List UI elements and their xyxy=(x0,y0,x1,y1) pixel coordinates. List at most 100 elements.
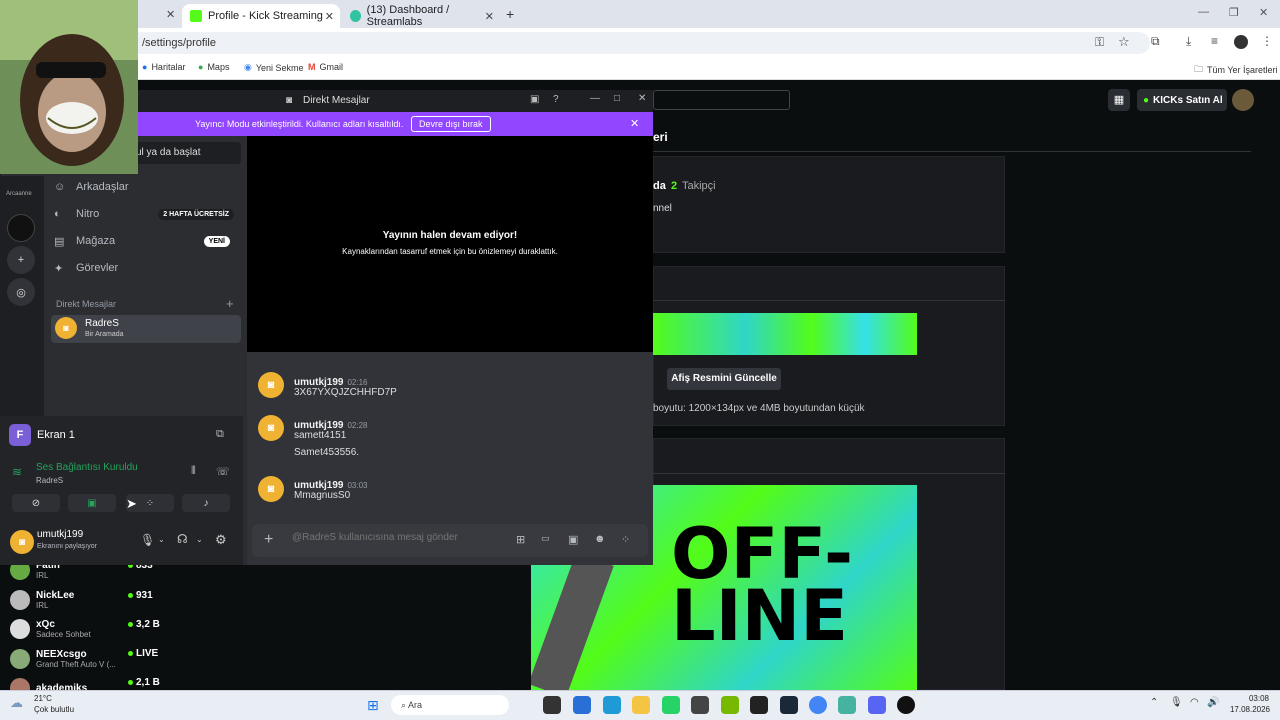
avatar xyxy=(10,649,30,669)
new-tab-button[interactable]: + xyxy=(506,6,514,22)
minimize-icon[interactable]: — xyxy=(590,93,600,104)
bookmark-star-icon[interactable]: ☆ xyxy=(1118,34,1130,50)
disable-streamer-mode-button[interactable]: Devre dışı bırak xyxy=(411,116,491,132)
minimize-icon[interactable]: — xyxy=(1198,6,1209,18)
close-window-icon[interactable]: ✕ xyxy=(1259,6,1268,19)
nav-friends[interactable]: ☺ Arkadaşlar xyxy=(54,176,129,198)
find-conversation-input[interactable]: ul ya da başlat xyxy=(130,142,241,164)
profile-avatar[interactable] xyxy=(1234,35,1248,49)
mic-tray-icon[interactable]: 🎙 xyxy=(1170,697,1183,708)
kick-channel-item[interactable]: xQc Sadece Sohbet xyxy=(10,616,91,642)
bookmark-haritalar[interactable]: ● Haritalar xyxy=(142,62,185,72)
inbox-icon[interactable]: ▣ xyxy=(530,94,539,105)
kick-search-input[interactable] xyxy=(653,90,790,110)
taskbar-search[interactable]: ⌕ Ara xyxy=(391,695,509,715)
search-label: Ara xyxy=(408,700,423,710)
chevron-down-icon[interactable]: ⌄ xyxy=(158,535,165,544)
server-icon[interactable] xyxy=(7,214,35,242)
sticker-icon[interactable]: ▣ xyxy=(568,533,578,546)
buy-kicks-button[interactable]: ● KICKs Satın Al xyxy=(1137,89,1227,111)
maximize-icon[interactable]: □ xyxy=(614,93,620,104)
divider xyxy=(653,473,1005,474)
store-icon[interactable] xyxy=(573,696,591,714)
nvidia-icon[interactable] xyxy=(721,696,739,714)
discord-titlebar: ◙ Direkt Mesajlar ▣ ? — □ ✕ xyxy=(138,90,653,112)
emoji-icon[interactable]: ☻ xyxy=(594,533,606,545)
help-icon[interactable]: ? xyxy=(553,94,559,105)
steam-icon[interactable] xyxy=(780,696,798,714)
noise-suppression-icon[interactable]: ⦀ xyxy=(191,465,196,478)
dm-item-radres[interactable]: ◙ RadreS Bir Aramada xyxy=(51,315,241,343)
close-tab-icon[interactable]: ✕ xyxy=(485,10,494,23)
channel-name: NickLee xyxy=(36,590,75,601)
tab-streamlabs[interactable]: (13) Dashboard / Streamlabs ✕ xyxy=(342,4,500,28)
apps-icon[interactable]: ⁘ xyxy=(621,533,630,546)
volume-icon[interactable]: 🔊 xyxy=(1207,697,1219,708)
obs-icon[interactable] xyxy=(691,696,709,714)
discord-app-icon[interactable] xyxy=(868,696,886,714)
close-icon[interactable]: ✕ xyxy=(638,93,646,104)
soundboard-button[interactable]: ♪ xyxy=(182,494,230,512)
epic-games-icon[interactable] xyxy=(750,696,768,714)
discover-icon[interactable]: ◎ xyxy=(7,278,35,306)
bookmark-yeni-sekme[interactable]: ◉ Yeni Sekme xyxy=(244,62,304,73)
headphones-icon[interactable]: ☊ xyxy=(177,532,188,546)
bookmark-maps[interactable]: ● Maps xyxy=(198,62,229,72)
nav-nitro[interactable]: ◐ Nitro 2 HAFTA ÜCRETSİZ xyxy=(54,203,234,225)
chrome-icon[interactable] xyxy=(809,696,827,714)
gmail-icon: M xyxy=(308,62,316,72)
self-avatar[interactable]: ◙ xyxy=(10,530,34,554)
kick-user-avatar[interactable] xyxy=(1232,89,1254,111)
create-dm-button[interactable]: + xyxy=(226,296,234,311)
edge-icon[interactable] xyxy=(603,696,621,714)
microphone-icon[interactable]: 🎙 xyxy=(140,533,155,547)
wifi-icon[interactable]: ◠ xyxy=(1190,697,1199,708)
extensions-icon[interactable]: ⧉ xyxy=(1151,34,1160,49)
live-dot-icon xyxy=(128,679,133,685)
share-screen-button[interactable]: ▣ xyxy=(68,494,116,512)
all-bookmarks[interactable]: 🗀 Tüm Yer İşaretleri xyxy=(1194,62,1278,78)
gif-icon[interactable]: ▭ xyxy=(541,533,550,544)
camera-off-button[interactable]: ⊘ xyxy=(12,494,60,512)
server-list: Arcaanne + ◎ xyxy=(0,176,44,416)
url-input[interactable]: /settings/profile xyxy=(130,32,1150,54)
kick-channel-item[interactable]: NickLee IRL xyxy=(10,587,74,613)
settings-gear-icon[interactable]: ⚙ xyxy=(215,532,227,548)
close-tab-icon[interactable]: ✕ xyxy=(166,8,175,21)
kick-channel-item[interactable]: NEEXcsgo Grand Theft Auto V (... xyxy=(10,646,116,672)
download-icon[interactable]: ⤓ xyxy=(1186,34,1191,49)
pop-out-icon[interactable]: ⧉ xyxy=(216,428,224,441)
clock-time[interactable]: 03:08 xyxy=(1233,694,1269,703)
close-tab-icon[interactable]: ✕ xyxy=(325,10,334,23)
weather-temp[interactable]: 21°C xyxy=(34,694,52,703)
chevron-down-icon[interactable]: ⌄ xyxy=(196,535,203,544)
tray-chevron-icon[interactable]: ⌃ xyxy=(1150,697,1158,708)
task-view-icon[interactable] xyxy=(543,696,561,714)
app-icon[interactable] xyxy=(897,696,915,714)
message-input[interactable] xyxy=(292,532,492,543)
nav-quests[interactable]: ✦ Görevler xyxy=(54,257,118,279)
map-pin-icon: ● xyxy=(142,62,148,72)
gift-icon[interactable]: ⊞ xyxy=(516,533,525,546)
windows-start-icon[interactable]: ⊞ xyxy=(367,697,379,714)
menu-icon[interactable]: ⋮ xyxy=(1261,34,1273,48)
add-attachment-icon[interactable]: + xyxy=(264,531,273,549)
dashboard-icon[interactable]: ▦ xyxy=(1108,89,1130,111)
bookmark-gmail[interactable]: M Gmail xyxy=(308,62,343,72)
disconnect-icon[interactable]: ☏ xyxy=(216,465,230,478)
settings-app-icon[interactable] xyxy=(838,696,856,714)
voice-status[interactable]: Ses Bağlantısı Kuruldu xyxy=(36,462,138,473)
password-key-icon[interactable]: ⚿ xyxy=(1095,35,1104,50)
close-banner-icon[interactable]: ✕ xyxy=(630,117,639,130)
discord-logo-icon: ◙ xyxy=(63,323,69,333)
whatsapp-icon[interactable] xyxy=(662,696,680,714)
restore-icon[interactable]: ❐ xyxy=(1229,6,1239,19)
tab-kick-profile[interactable]: Profile - Kick Streaming ✕ xyxy=(182,4,340,28)
update-banner-button[interactable]: Afiş Resmini Güncelle xyxy=(667,368,781,390)
screen-share-icon: F xyxy=(9,424,31,446)
nav-shop[interactable]: ▤ Mağaza YENİ xyxy=(54,230,234,252)
add-server-icon[interactable]: + xyxy=(7,246,35,274)
search-icon: ⌕ xyxy=(401,700,409,710)
file-explorer-icon[interactable] xyxy=(632,696,650,714)
reading-list-icon[interactable]: ≡ xyxy=(1211,34,1218,48)
